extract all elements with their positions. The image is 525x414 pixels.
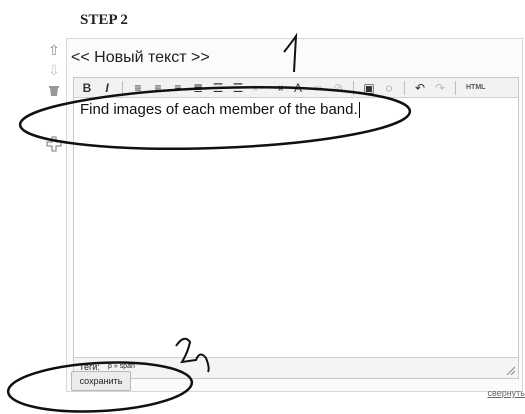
align-left-icon[interactable]: ≡ xyxy=(131,81,145,95)
editor-content-area[interactable]: Find images of each member of the band. xyxy=(74,99,518,351)
italic-button[interactable]: I xyxy=(100,81,114,95)
paste-icon[interactable]: ▣ xyxy=(362,81,376,95)
indent-icon[interactable]: ⇥ xyxy=(271,81,285,95)
editor-panel: << Новый текст >> B I ≡ ≡ ≡ ≣ ☰ ☰ ⇤ ⇥ A … xyxy=(66,38,523,392)
align-justify-icon[interactable]: ≣ xyxy=(191,81,205,95)
numbered-list-icon[interactable]: ☰ xyxy=(231,81,245,95)
toolbar-separator xyxy=(404,80,405,95)
clean-format-icon[interactable]: ◌ xyxy=(382,81,396,95)
bullet-list-icon[interactable]: ☰ xyxy=(211,81,225,95)
step-title: STEP 2 xyxy=(80,12,128,28)
arrow-up-icon[interactable]: ⇧ xyxy=(44,42,64,58)
arrow-down-icon[interactable]: ⇩ xyxy=(44,62,64,78)
undo-icon[interactable]: ↶ xyxy=(413,81,427,95)
rich-text-editor: B I ≡ ≡ ≡ ≣ ☰ ☰ ⇤ ⇥ A ∞ ⊘ ▣ ◌ ↶ ↷ HTML F… xyxy=(73,77,519,379)
toolbar-separator xyxy=(455,80,456,95)
align-center-icon[interactable]: ≡ xyxy=(151,81,165,95)
toolbar-separator xyxy=(122,80,123,95)
unlink-icon[interactable]: ⊘ xyxy=(331,81,345,95)
redo-icon[interactable]: ↷ xyxy=(433,81,447,95)
editor-statusbar: Теги: p » span xyxy=(74,357,518,378)
bold-button[interactable]: B xyxy=(80,81,94,95)
editor-content-text: Find images of each member of the band. xyxy=(80,101,358,118)
save-button[interactable]: сохранить xyxy=(71,371,131,391)
delete-icon[interactable] xyxy=(44,84,64,100)
add-icon[interactable] xyxy=(44,136,64,152)
text-caret xyxy=(358,102,360,119)
element-path: p » span xyxy=(108,363,135,370)
panel-title: << Новый текст >> xyxy=(71,49,210,66)
editor-toolbar: B I ≡ ≡ ≡ ≣ ☰ ☰ ⇤ ⇥ A ∞ ⊘ ▣ ◌ ↶ ↷ HTML xyxy=(74,78,518,98)
align-right-icon[interactable]: ≡ xyxy=(171,81,185,95)
collapse-link[interactable]: свернуть xyxy=(488,388,525,398)
link-icon[interactable]: ∞ xyxy=(311,81,325,95)
outdent-icon[interactable]: ⇤ xyxy=(251,81,265,95)
text-color-icon[interactable]: A xyxy=(291,81,305,95)
html-source-button[interactable]: HTML xyxy=(464,84,487,91)
resize-grip-icon[interactable] xyxy=(505,365,515,375)
toolbar-separator xyxy=(353,80,354,95)
